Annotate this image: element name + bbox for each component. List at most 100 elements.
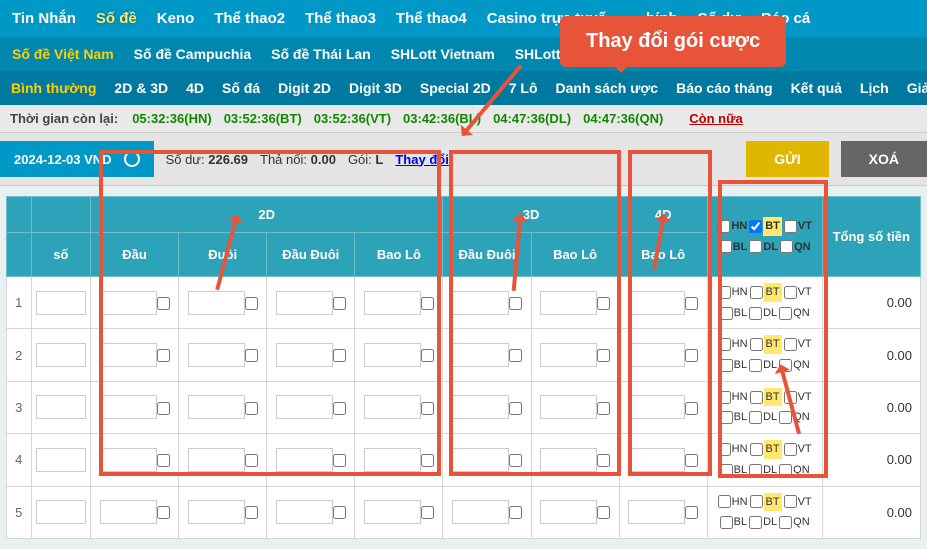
nav1-item[interactable]: Keno <box>149 6 203 31</box>
region-HN[interactable]: HN <box>717 217 747 236</box>
bet-input[interactable] <box>628 500 685 524</box>
region-DL[interactable]: DL <box>749 356 777 375</box>
region-checkbox[interactable] <box>750 338 763 351</box>
region-checkbox[interactable] <box>720 359 733 372</box>
bet-input[interactable] <box>100 448 157 472</box>
bet-input[interactable] <box>628 395 685 419</box>
region-checkbox[interactable] <box>750 286 763 299</box>
region-checkbox[interactable] <box>749 240 762 253</box>
bet-checkbox[interactable] <box>597 402 610 415</box>
region-checkbox[interactable] <box>779 411 792 424</box>
bet-checkbox[interactable] <box>509 402 522 415</box>
nav3-item[interactable]: 2D & 3D <box>107 77 175 99</box>
bet-checkbox[interactable] <box>245 506 258 519</box>
nav1-item[interactable]: Tin Nhắn <box>4 6 84 31</box>
bet-checkbox[interactable] <box>245 297 258 310</box>
bet-input[interactable] <box>364 343 421 367</box>
region-checkbox[interactable] <box>780 240 793 253</box>
bet-input[interactable] <box>276 395 333 419</box>
bet-input[interactable] <box>100 500 157 524</box>
bet-input[interactable] <box>452 343 509 367</box>
bet-input[interactable] <box>100 395 157 419</box>
region-checkbox[interactable] <box>784 220 797 233</box>
nav3-item[interactable]: Digit 3D <box>342 77 409 99</box>
region-BL[interactable]: BL <box>720 356 747 375</box>
bet-checkbox[interactable] <box>685 506 698 519</box>
bet-checkbox[interactable] <box>685 402 698 415</box>
bet-input[interactable] <box>364 395 421 419</box>
bet-input[interactable] <box>540 448 597 472</box>
region-HN[interactable]: HN <box>718 493 748 512</box>
bet-checkbox[interactable] <box>685 297 698 310</box>
bet-checkbox[interactable] <box>685 454 698 467</box>
nav3-item[interactable]: 7 Lô <box>502 77 545 99</box>
bet-input[interactable] <box>540 291 597 315</box>
region-QN[interactable]: QN <box>779 513 810 532</box>
region-checkbox[interactable] <box>720 307 733 320</box>
region-VT[interactable]: VT <box>784 440 812 459</box>
nav1-item[interactable]: Thể thao4 <box>388 6 475 31</box>
nav3-item[interactable]: 4D <box>179 77 211 99</box>
region-HN[interactable]: HN <box>718 335 748 354</box>
bet-checkbox[interactable] <box>333 349 346 362</box>
region-checkbox[interactable] <box>720 411 733 424</box>
region-VT[interactable]: VT <box>784 493 812 512</box>
bet-checkbox[interactable] <box>597 454 610 467</box>
bet-checkbox[interactable] <box>157 506 170 519</box>
number-input[interactable] <box>36 343 86 367</box>
region-BL[interactable]: BL <box>720 408 747 427</box>
bet-checkbox[interactable] <box>509 349 522 362</box>
region-checkbox[interactable] <box>718 286 731 299</box>
bet-checkbox[interactable] <box>157 297 170 310</box>
clear-button[interactable]: XOÁ <box>841 141 927 177</box>
bet-input[interactable] <box>364 291 421 315</box>
region-BT[interactable]: BT <box>750 283 782 302</box>
bet-input[interactable] <box>452 291 509 315</box>
region-checkbox[interactable] <box>720 464 733 477</box>
bet-input[interactable] <box>540 395 597 419</box>
region-HN[interactable]: HN <box>718 388 748 407</box>
bet-checkbox[interactable] <box>333 454 346 467</box>
bet-input[interactable] <box>364 448 421 472</box>
nav2-item[interactable]: Số đề Việt Nam <box>4 43 122 65</box>
bet-input[interactable] <box>540 343 597 367</box>
bet-checkbox[interactable] <box>509 297 522 310</box>
region-BL[interactable]: BL <box>720 304 747 323</box>
date-chip[interactable]: 2024-12-03 VND <box>0 141 154 177</box>
region-QN[interactable]: QN <box>779 461 810 480</box>
number-input[interactable] <box>36 448 86 472</box>
region-checkbox[interactable] <box>779 307 792 320</box>
bet-input[interactable] <box>364 500 421 524</box>
bet-input[interactable] <box>452 500 509 524</box>
region-checkbox[interactable] <box>784 495 797 508</box>
region-checkbox[interactable] <box>784 391 797 404</box>
region-HN[interactable]: HN <box>718 440 748 459</box>
region-QN[interactable]: QN <box>779 304 810 323</box>
region-VT[interactable]: VT <box>784 217 812 236</box>
bet-checkbox[interactable] <box>597 349 610 362</box>
region-checkbox[interactable] <box>749 411 762 424</box>
region-DL[interactable]: DL <box>749 408 777 427</box>
bet-checkbox[interactable] <box>509 454 522 467</box>
bet-checkbox[interactable] <box>157 349 170 362</box>
region-checkbox[interactable] <box>784 286 797 299</box>
bet-checkbox[interactable] <box>333 402 346 415</box>
bet-checkbox[interactable] <box>245 402 258 415</box>
bet-input[interactable] <box>188 500 245 524</box>
nav3-item[interactable]: Báo cáo tháng <box>669 77 779 99</box>
region-BL[interactable]: BL <box>720 513 747 532</box>
refresh-icon[interactable] <box>124 151 140 167</box>
region-checkbox[interactable] <box>718 338 731 351</box>
region-checkbox[interactable] <box>749 359 762 372</box>
region-BT[interactable]: BT <box>750 440 782 459</box>
more-link[interactable]: Còn nữa <box>689 111 742 126</box>
region-checkbox[interactable] <box>720 516 733 529</box>
nav2-item[interactable]: SHLott Vietnam <box>383 43 503 65</box>
bet-input[interactable] <box>188 291 245 315</box>
bet-input[interactable] <box>628 291 685 315</box>
region-checkbox[interactable] <box>750 391 763 404</box>
region-DL[interactable]: DL <box>749 238 778 257</box>
bet-input[interactable] <box>452 395 509 419</box>
region-QN[interactable]: QN <box>779 356 810 375</box>
nav3-item[interactable]: Digit 2D <box>271 77 338 99</box>
